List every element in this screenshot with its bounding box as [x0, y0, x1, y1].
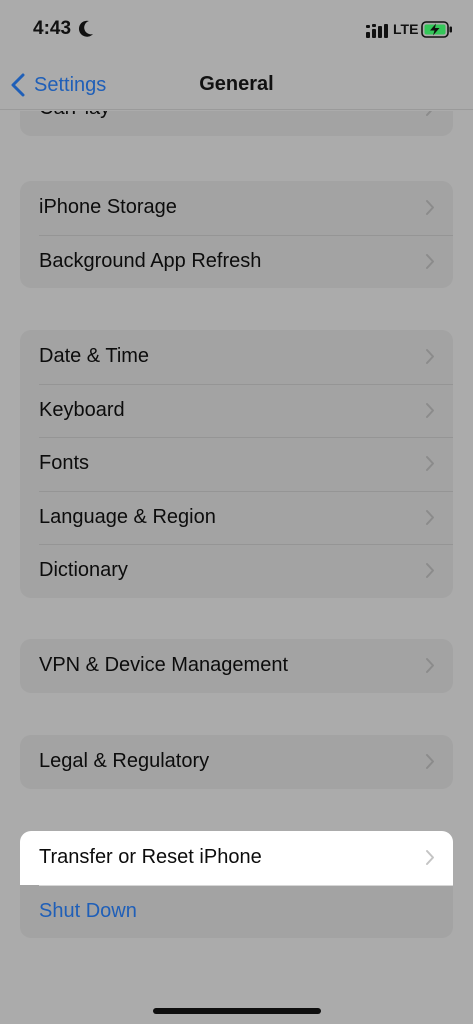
battery-charging-icon: [421, 21, 452, 38]
row-language-region[interactable]: Language & Region: [20, 490, 453, 545]
chevron-right-icon: [426, 563, 434, 578]
row-label: iPhone Storage: [39, 196, 177, 219]
chevron-right-icon: [426, 200, 434, 215]
row-date-time[interactable]: Date & Time: [20, 330, 453, 384]
row-transfer-reset-iphone[interactable]: Transfer or Reset iPhone: [20, 831, 453, 885]
row-label: Dictionary: [39, 559, 128, 582]
row-label: Background App Refresh: [39, 249, 262, 272]
settings-list[interactable]: CarPlay iPhone Storage Background App Re…: [0, 111, 473, 1024]
chevron-right-icon: [426, 349, 434, 364]
page-title: General: [199, 73, 274, 95]
row-label: Keyboard: [39, 398, 125, 421]
row-label: Legal & Regulatory: [39, 750, 210, 773]
row-vpn-device-management[interactable]: VPN & Device Management: [20, 639, 453, 693]
row-label: Date & Time: [39, 345, 150, 368]
row-label: CarPlay: [39, 111, 110, 120]
settings-group-vpn: VPN & Device Management: [20, 639, 453, 693]
row-dictionary[interactable]: Dictionary: [20, 544, 453, 598]
chevron-right-icon: [426, 402, 434, 418]
row-label: Language & Region: [39, 505, 216, 528]
row-label: Fonts: [39, 452, 90, 475]
row-label: Transfer or Reset iPhone: [39, 846, 262, 869]
row-keyboard[interactable]: Keyboard: [20, 383, 453, 438]
moon-icon: [78, 20, 93, 37]
settings-group-locale: Date & Time Keyboard Fonts Language & Re…: [20, 330, 453, 598]
signal-icon: [366, 24, 388, 38]
chevron-right-icon: [426, 456, 434, 471]
status-time: 4:43: [33, 18, 72, 39]
row-background-app-refresh[interactable]: Background App Refresh: [20, 234, 453, 289]
row-shut-down[interactable]: Shut Down: [20, 884, 453, 939]
row-fonts[interactable]: Fonts: [20, 437, 453, 491]
chevron-right-icon: [426, 253, 434, 269]
settings-group-reset: Transfer or Reset iPhone Shut Down: [20, 831, 453, 938]
chevron-right-icon: [426, 754, 434, 769]
settings-group-carplay: CarPlay: [20, 111, 453, 136]
chevron-right-icon: [426, 658, 434, 673]
row-label: VPN & Device Management: [39, 654, 289, 677]
chevron-right-icon: [426, 509, 434, 525]
settings-group-storage: iPhone Storage Background App Refresh: [20, 181, 453, 288]
navigation-bar: Settings General: [0, 60, 473, 110]
row-legal-regulatory[interactable]: Legal & Regulatory: [20, 735, 453, 789]
status-bar: 4:43 LTE: [0, 0, 473, 60]
chevron-right-icon: [426, 850, 434, 865]
home-indicator[interactable]: [153, 1008, 321, 1014]
shut-down-label: Shut Down: [39, 899, 137, 922]
settings-group-legal: Legal & Regulatory: [20, 735, 453, 789]
network-type: LTE: [393, 21, 419, 37]
chevron-right-icon: [426, 111, 433, 116]
row-carplay[interactable]: CarPlay: [20, 111, 453, 136]
row-iphone-storage[interactable]: iPhone Storage: [20, 181, 453, 235]
